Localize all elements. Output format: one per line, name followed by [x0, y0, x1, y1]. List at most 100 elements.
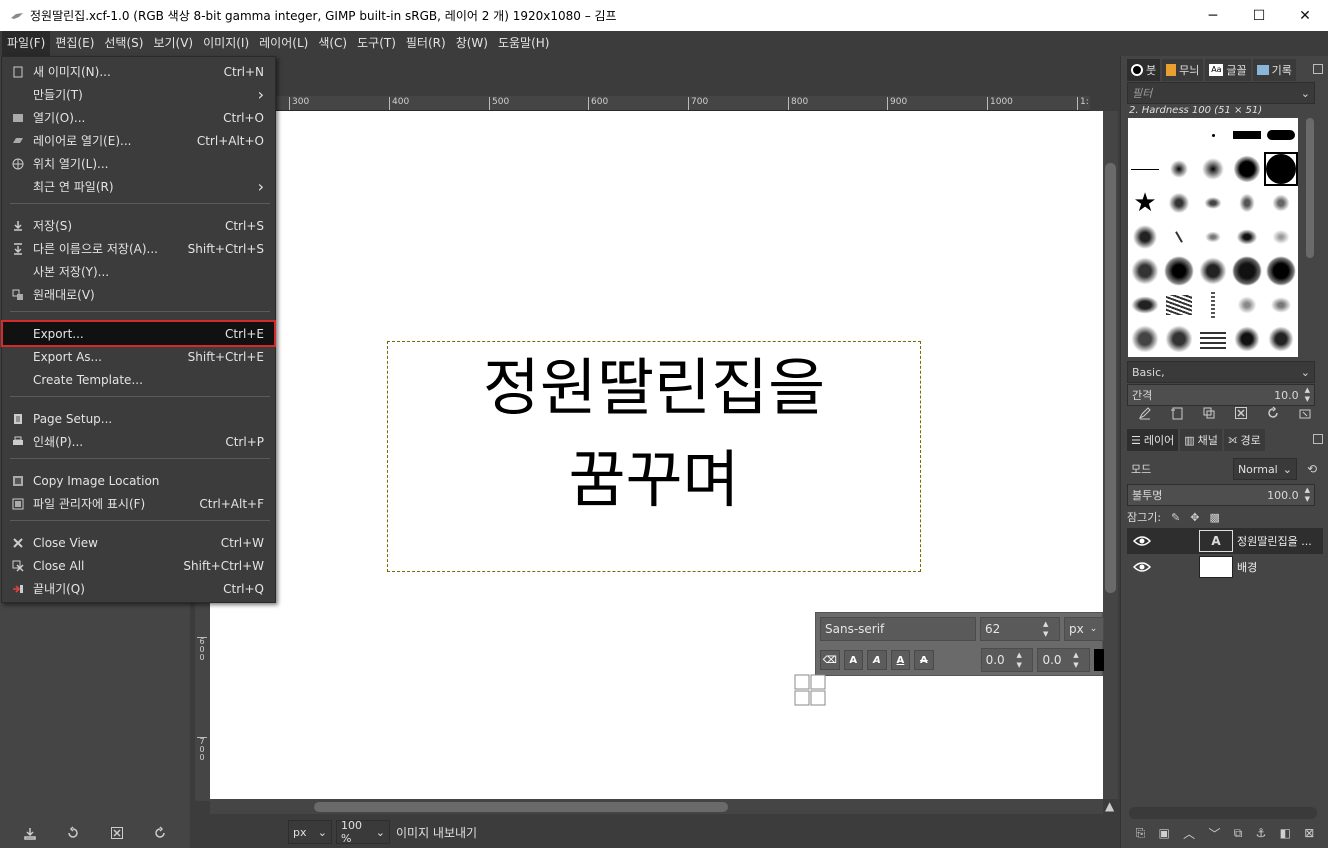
menu-item-create[interactable]: 만들기(T) ›	[3, 83, 274, 106]
menu-layer[interactable]: 레이어(L)	[254, 31, 313, 56]
brush-cell[interactable]: ★	[1128, 186, 1162, 220]
horizontal-ruler[interactable]: 300 400 500 600 700 800 900 1000 1:	[275, 96, 1090, 111]
horizontal-scrollbar[interactable]	[210, 799, 1103, 814]
menu-item-page-setup[interactable]: Page Setup...	[3, 407, 274, 430]
menu-item-new-image[interactable]: 새 이미지(N)... Ctrl+N	[3, 60, 274, 83]
menu-item-export-as[interactable]: Export As... Shift+Ctrl+E	[3, 345, 274, 368]
refresh-brushes-icon[interactable]	[1266, 406, 1280, 420]
menu-item-show-in-file-manager[interactable]: 파일 관리자에 표시(F) Ctrl+Alt+F	[3, 492, 274, 515]
menu-view[interactable]: 보기(V)	[148, 31, 198, 56]
menu-item-save[interactable]: 저장(S) Ctrl+S	[3, 214, 274, 237]
scroll-thumb[interactable]	[314, 802, 728, 812]
visibility-eye-icon[interactable]	[1127, 561, 1157, 573]
brush-cell[interactable]	[1162, 220, 1196, 254]
brush-cell[interactable]	[1128, 118, 1162, 152]
lock-alpha-icon[interactable]: ▩	[1210, 511, 1220, 524]
menu-tools[interactable]: 도구(T)	[352, 31, 401, 56]
menu-help[interactable]: 도움말(H)	[493, 31, 555, 56]
duplicate-layer-icon[interactable]: ⧉	[1234, 826, 1243, 841]
brush-cell[interactable]	[1162, 254, 1196, 288]
brush-cell[interactable]	[1264, 220, 1298, 254]
brush-cell[interactable]	[1196, 152, 1230, 186]
brush-cell[interactable]	[1264, 118, 1298, 152]
baseline-field[interactable]: 0.0 ▲ ▼	[980, 648, 1034, 672]
brush-cell[interactable]	[1128, 322, 1162, 356]
brush-cell[interactable]	[1128, 220, 1162, 254]
minimize-button[interactable]: ─	[1190, 0, 1236, 31]
brush-cell[interactable]	[1128, 152, 1162, 186]
navigate-icon[interactable]: ▲	[1105, 799, 1117, 813]
brush-cell[interactable]	[1196, 254, 1230, 288]
menu-item-open-as-layers[interactable]: 레이어로 열기(E)... Ctrl+Alt+O	[3, 129, 274, 152]
brush-filter-input[interactable]: 필터 ⌄	[1127, 82, 1315, 104]
menu-item-save-copy[interactable]: 사본 저장(Y)...	[3, 260, 274, 283]
text-color-swatch[interactable]	[1094, 649, 1105, 671]
anchor-layer-icon[interactable]: ⚓	[1256, 826, 1267, 840]
mode-switch-icon[interactable]: ⟲	[1307, 462, 1317, 476]
layer-name[interactable]: 정원딸린집을 ...	[1237, 533, 1312, 549]
menu-select[interactable]: 선택(S)	[99, 31, 148, 56]
brush-cell[interactable]	[1230, 288, 1264, 322]
layers-scrollbar[interactable]	[1129, 807, 1317, 819]
tab-history[interactable]: 기록	[1252, 59, 1296, 81]
spin-arrows-icon[interactable]: ▲ ▼	[1073, 650, 1085, 670]
tab-channels[interactable]: ▥ 채널	[1180, 429, 1222, 451]
tab-patterns[interactable]: 무늬	[1162, 59, 1204, 81]
delete-preset-icon[interactable]	[110, 826, 124, 840]
brush-cell[interactable]	[1230, 186, 1264, 220]
menu-item-recent[interactable]: 최근 연 파일(R) ›	[3, 175, 274, 198]
brush-cell[interactable]	[1230, 220, 1264, 254]
bold-icon[interactable]: A	[843, 650, 864, 670]
layer-row[interactable]: A 정원딸린집을 ...	[1127, 528, 1323, 554]
menu-item-copy-location[interactable]: Copy Image Location	[3, 469, 274, 492]
menu-image[interactable]: 이미지(I)	[198, 31, 254, 56]
brush-scrollbar[interactable]	[1304, 118, 1316, 357]
brush-cell[interactable]	[1162, 288, 1196, 322]
menu-edit[interactable]: 편집(E)	[50, 31, 99, 56]
unit-select[interactable]: px ⌄	[288, 820, 332, 844]
dock-menu-icon[interactable]	[1313, 64, 1323, 74]
menu-item-export[interactable]: Export... Ctrl+E	[1, 320, 276, 347]
strikethrough-icon[interactable]: A	[914, 650, 934, 670]
text-box-handle-icon[interactable]	[794, 674, 826, 706]
lock-pixels-icon[interactable]: ✎	[1171, 511, 1180, 524]
brush-cell[interactable]	[1264, 288, 1298, 322]
new-brush-icon[interactable]	[1170, 406, 1184, 420]
text-layer-boundary[interactable]: 정원딸린집을 꿈꾸며	[387, 341, 921, 572]
menu-item-close-all[interactable]: Close All Shift+Ctrl+W	[3, 554, 274, 577]
menu-item-close-view[interactable]: Close View Ctrl+W	[3, 531, 274, 554]
menu-filters[interactable]: 필터(R)	[401, 31, 451, 56]
scroll-thumb[interactable]	[1105, 163, 1116, 593]
new-layer-icon[interactable]: ⎘	[1136, 826, 1146, 841]
layer-row[interactable]: 배경	[1127, 554, 1323, 580]
tab-paths[interactable]: ⟗ 경로	[1223, 429, 1265, 451]
scroll-thumb[interactable]	[1306, 118, 1314, 258]
brush-cell[interactable]	[1196, 186, 1230, 220]
close-window-button[interactable]: ✕	[1282, 0, 1328, 31]
layer-mask-icon[interactable]: ◧	[1280, 826, 1291, 840]
brush-cell[interactable]	[1264, 254, 1298, 288]
font-size-field[interactable]: 62 ▲ ▼	[980, 617, 1060, 641]
menu-windows[interactable]: 창(W)	[451, 31, 493, 56]
brush-preset-select[interactable]: Basic, ⌄	[1127, 361, 1315, 383]
menu-item-create-template[interactable]: Create Template...	[3, 368, 274, 391]
menu-colors[interactable]: 색(C)	[313, 31, 352, 56]
new-layer-group-icon[interactable]: ▣	[1159, 826, 1170, 840]
font-unit-select[interactable]: px ⌄	[1064, 617, 1104, 641]
brush-cell[interactable]	[1230, 152, 1264, 186]
spin-arrows-icon[interactable]: ▲ ▼	[1016, 650, 1028, 670]
brush-cell[interactable]	[1162, 322, 1196, 356]
zoom-select[interactable]: 100 % ⌄	[336, 819, 390, 845]
spin-arrows-icon[interactable]: ▲ ▼	[1305, 486, 1310, 504]
image-canvas[interactable]: 정원딸린집을 꿈꾸며	[210, 111, 1103, 799]
brush-cell[interactable]	[1162, 186, 1196, 220]
opacity-slider[interactable]: 불투명 100.0 ▲ ▼	[1127, 484, 1315, 506]
brush-cell[interactable]	[1196, 322, 1230, 356]
tab-layers[interactable]: ☰ 레이어	[1127, 429, 1179, 451]
layer-name[interactable]: 배경	[1237, 559, 1257, 575]
maximize-button[interactable]: ☐	[1236, 0, 1282, 31]
delete-layer-icon[interactable]: ⊠	[1304, 826, 1314, 840]
menu-item-revert[interactable]: 원래대로(V)	[3, 283, 274, 306]
menu-file[interactable]: 파일(F)	[2, 31, 51, 56]
canvas-text[interactable]: 정원딸린집을 꿈꾸며	[388, 342, 920, 526]
